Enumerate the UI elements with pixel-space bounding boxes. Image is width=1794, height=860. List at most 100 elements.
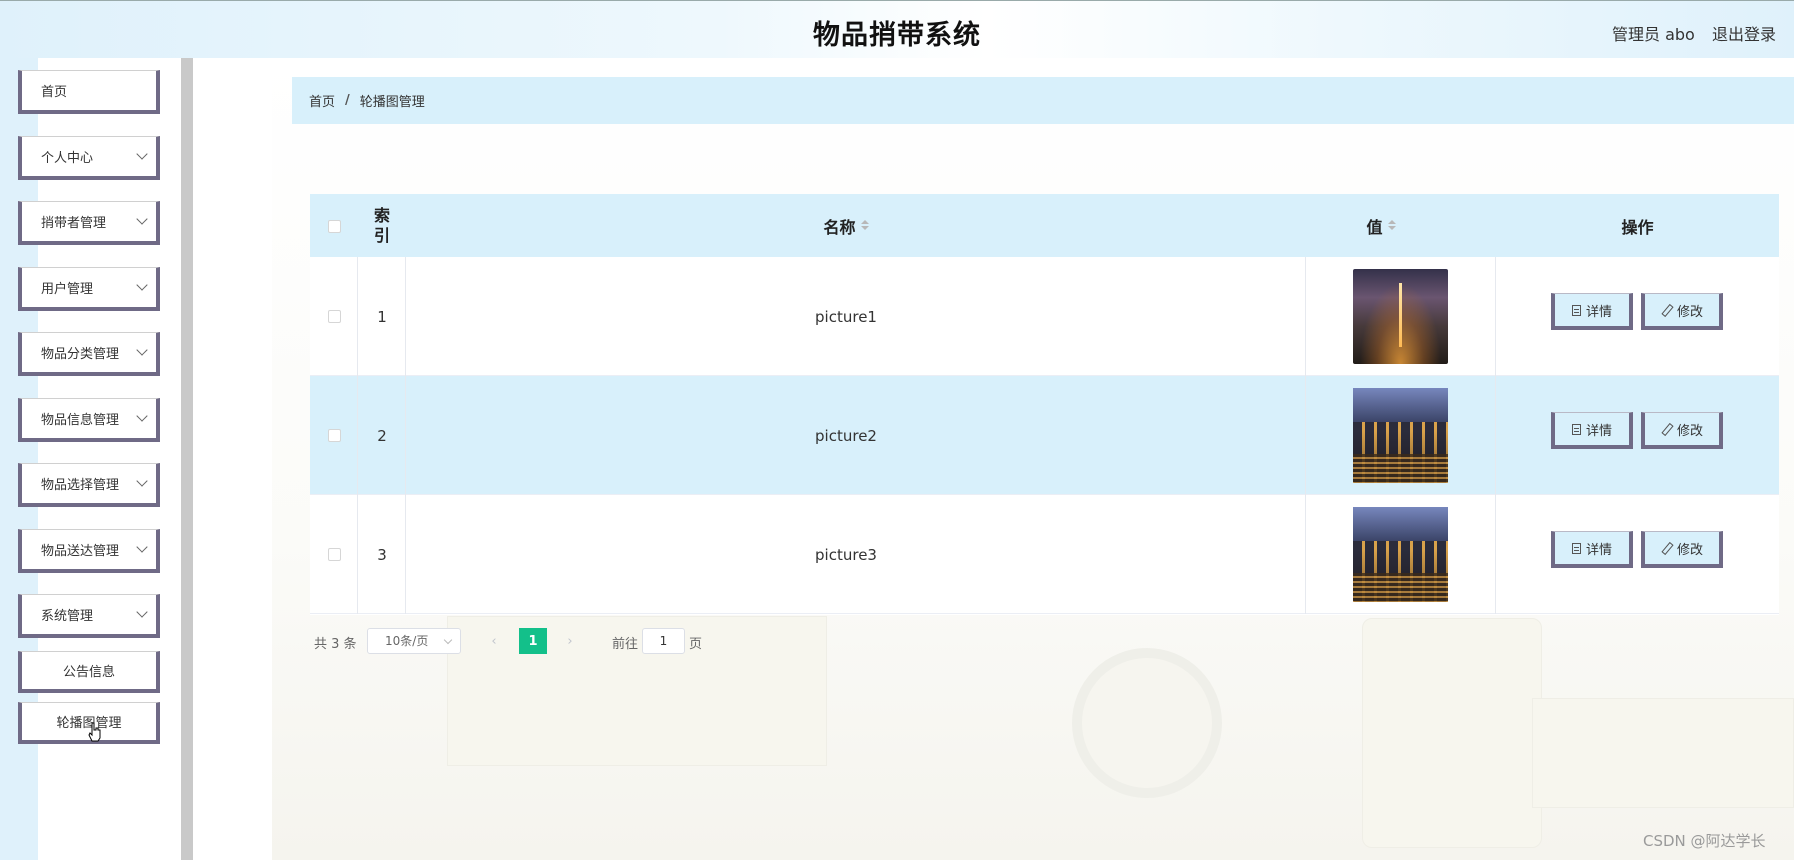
page-number-current[interactable]: 1 bbox=[519, 628, 547, 654]
chevron-down-icon bbox=[136, 344, 148, 356]
goto-label: 前往 bbox=[612, 637, 639, 652]
column-divider bbox=[405, 257, 406, 614]
chevron-down-icon bbox=[443, 635, 453, 645]
edit-button-label: 修改 bbox=[1676, 423, 1703, 439]
edit-button-label: 修改 bbox=[1676, 542, 1703, 558]
column-header-index-label: 索引 bbox=[373, 205, 390, 245]
detail-button-label: 详情 bbox=[1585, 304, 1612, 320]
page-size-value: 10条/页 bbox=[385, 634, 429, 648]
breadcrumb-home[interactable]: 首页 bbox=[309, 91, 335, 110]
select-all-checkbox[interactable] bbox=[328, 220, 341, 233]
background-decoration bbox=[1072, 648, 1222, 798]
chevron-down-icon bbox=[136, 475, 148, 487]
edit-button[interactable]: 修改 bbox=[1641, 293, 1723, 330]
background-decoration bbox=[1532, 698, 1794, 808]
chevron-down-icon bbox=[136, 410, 148, 422]
pencil-icon bbox=[1661, 305, 1672, 316]
sort-icon[interactable] bbox=[860, 219, 869, 232]
sidebar-item-label: 捎带者管理 bbox=[41, 216, 107, 231]
sidebar-item-item-info-management[interactable]: 物品信息管理 bbox=[18, 398, 160, 442]
row-thumbnail-image bbox=[1353, 507, 1448, 602]
goto-suffix: 页 bbox=[689, 637, 703, 652]
sidebar-item-label: 用户管理 bbox=[41, 282, 94, 297]
sidebar-item-personal-center[interactable]: 个人中心 bbox=[18, 136, 160, 180]
sidebar-item-delivery-management[interactable]: 物品送达管理 bbox=[18, 529, 160, 573]
row-name: picture2 bbox=[815, 426, 877, 445]
document-icon bbox=[1571, 423, 1581, 435]
chevron-down-icon bbox=[136, 213, 148, 225]
edit-button-label: 修改 bbox=[1676, 304, 1703, 320]
prev-page-button[interactable]: ‹ bbox=[484, 628, 504, 654]
sidebar-item-label: 首页 bbox=[41, 85, 68, 100]
column-header-value-label: 值 bbox=[1366, 217, 1383, 237]
detail-button-label: 详情 bbox=[1585, 542, 1612, 558]
sidebar-item-system-management[interactable]: 系统管理 bbox=[18, 594, 160, 638]
sidebar-item-user-management[interactable]: 用户管理 bbox=[18, 267, 160, 311]
edit-button[interactable]: 修改 bbox=[1641, 412, 1723, 449]
breadcrumb: 首页 / 轮播图管理 bbox=[292, 77, 1794, 124]
table-header: 索引 名称 值 操作 bbox=[310, 194, 1779, 257]
row-checkbox[interactable] bbox=[328, 310, 341, 323]
detail-button[interactable]: 详情 bbox=[1551, 293, 1633, 330]
chevron-down-icon bbox=[136, 279, 148, 291]
carousel-table: 索引 名称 值 操作 1 picture1 详情 修改 2 picture2 详… bbox=[310, 194, 1779, 615]
sidebar-scrollbar[interactable] bbox=[181, 58, 193, 860]
column-header-name-label: 名称 bbox=[823, 217, 856, 237]
watermark: CSDN @阿达学长 bbox=[1643, 832, 1766, 850]
background-decoration bbox=[1362, 618, 1542, 848]
row-thumbnail-image bbox=[1353, 388, 1448, 483]
row-index: 2 bbox=[377, 426, 387, 445]
goto-page-input[interactable] bbox=[642, 628, 685, 654]
sidebar-item-label: 物品送达管理 bbox=[41, 544, 120, 559]
chevron-down-icon bbox=[136, 606, 148, 618]
top-header: 物品捎带系统 管理员 abo 退出登录 bbox=[0, 0, 1794, 58]
document-icon bbox=[1571, 304, 1581, 316]
hand-cursor-icon bbox=[88, 722, 101, 742]
column-header-value[interactable]: 值 bbox=[1286, 194, 1476, 257]
sidebar-item-item-selection-management[interactable]: 物品选择管理 bbox=[18, 463, 160, 507]
chevron-down-icon bbox=[136, 541, 148, 553]
breadcrumb-separator: / bbox=[345, 93, 350, 108]
chevron-down-icon bbox=[136, 148, 148, 160]
pencil-icon bbox=[1661, 424, 1672, 435]
detail-button-label: 详情 bbox=[1585, 423, 1612, 439]
sidebar-item-label: 系统管理 bbox=[41, 609, 94, 624]
row-name: picture3 bbox=[815, 545, 877, 564]
sidebar-subitem-announcements[interactable]: 公告信息 bbox=[18, 651, 160, 693]
column-header-actions: 操作 bbox=[1496, 194, 1779, 257]
row-thumbnail-image bbox=[1353, 269, 1448, 364]
column-divider bbox=[357, 257, 358, 614]
breadcrumb-current: 轮播图管理 bbox=[359, 95, 425, 110]
sidebar-subitem-label: 公告信息 bbox=[62, 665, 115, 680]
sidebar-item-label: 物品信息管理 bbox=[41, 413, 120, 428]
logout-link[interactable]: 退出登录 bbox=[1712, 21, 1776, 45]
sidebar-item-carrier-management[interactable]: 捎带者管理 bbox=[18, 201, 160, 245]
chevron-left-icon: ‹ bbox=[491, 633, 497, 649]
sidebar-item-label: 个人中心 bbox=[41, 151, 94, 166]
edit-button[interactable]: 修改 bbox=[1641, 531, 1723, 568]
sidebar-item-home[interactable]: 首页 bbox=[18, 70, 160, 114]
detail-button[interactable]: 详情 bbox=[1551, 531, 1633, 568]
detail-button[interactable]: 详情 bbox=[1551, 412, 1633, 449]
chevron-right-icon: › bbox=[567, 633, 573, 649]
column-divider bbox=[1305, 257, 1306, 614]
table-row: 1 picture1 详情 修改 bbox=[310, 257, 1779, 376]
row-checkbox[interactable] bbox=[328, 548, 341, 561]
row-checkbox[interactable] bbox=[328, 429, 341, 442]
row-name: picture1 bbox=[815, 307, 877, 326]
row-index: 3 bbox=[377, 545, 387, 564]
sort-icon[interactable] bbox=[1387, 219, 1396, 232]
sidebar-item-label: 物品选择管理 bbox=[41, 478, 120, 493]
pagination-total: 共 3 条 bbox=[314, 637, 357, 652]
column-header-actions-label: 操作 bbox=[1621, 217, 1654, 237]
table-row: 2 picture2 详情 修改 bbox=[310, 376, 1779, 495]
table-row: 3 picture3 详情 修改 bbox=[310, 495, 1779, 614]
column-divider bbox=[1495, 257, 1496, 614]
document-icon bbox=[1571, 542, 1581, 554]
next-page-button[interactable]: › bbox=[560, 628, 580, 654]
page-size-select[interactable]: 10条/页 bbox=[367, 628, 461, 654]
column-header-name[interactable]: 名称 bbox=[406, 194, 1286, 257]
site-title: 物品捎带系统 bbox=[813, 20, 981, 51]
current-user: 管理员 abo bbox=[1612, 25, 1695, 44]
sidebar-item-category-management[interactable]: 物品分类管理 bbox=[18, 332, 160, 376]
